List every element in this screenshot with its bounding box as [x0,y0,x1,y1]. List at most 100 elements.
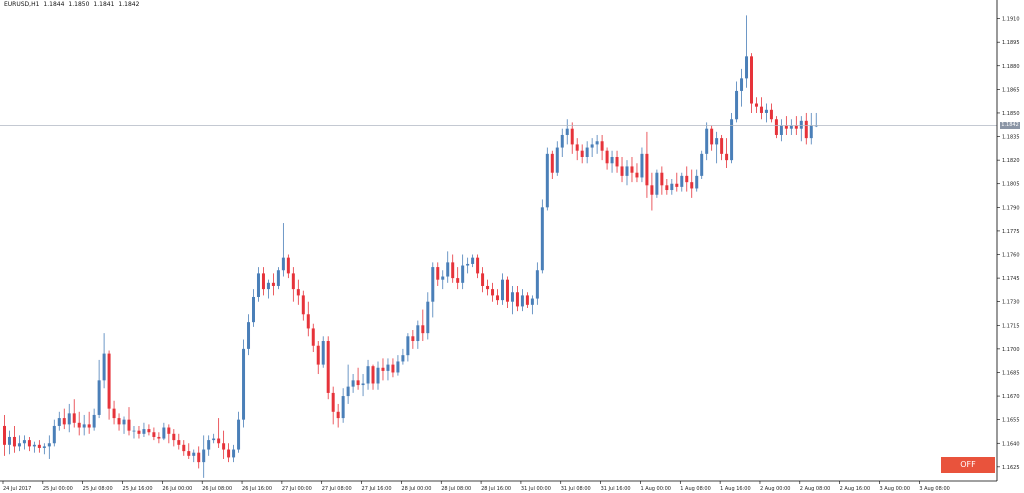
bullish-candle [247,322,251,349]
candle-series [3,15,818,478]
bearish-candle [451,262,455,279]
bearish-candle [371,366,375,384]
bearish-candle [486,285,490,290]
symbol-label: EURUSD,H1 [4,1,40,8]
bullish-candle [32,444,36,447]
bullish-candle [416,325,420,342]
bearish-candle [685,175,689,183]
price-chart[interactable]: 1.1910 1.1895 1.1880 1.1865 1.1850 1.1835 1.18… [0,0,1024,493]
bearish-candle [570,128,574,145]
bullish-candle [705,128,709,154]
price-label: 1.1700 [1002,347,1020,353]
bullish-candle [779,125,783,135]
bullish-candle [530,298,534,305]
bearish-candle [27,440,31,447]
price-label: 1.1715 [1002,323,1020,329]
bearish-candle [665,185,669,191]
bullish-candle [202,449,206,463]
bullish-candle [232,449,236,458]
bearish-candle [261,273,265,290]
bearish-candle [725,153,729,161]
bearish-candle [306,314,310,329]
bearish-candle [759,106,763,113]
bearish-candle [794,125,798,129]
time-label: 3 Aug 08:00 [919,486,950,492]
time-label: 3 Aug 00:00 [879,486,910,492]
bullish-candle [431,267,435,302]
bearish-candle [411,336,415,342]
bearish-candle [296,289,300,296]
bearish-candle [645,153,649,186]
bearish-candle [381,367,385,371]
bullish-candle [276,270,280,286]
bearish-candle [152,432,156,437]
bullish-candle [501,279,504,301]
price-label: 1.1910 [1002,17,1020,23]
time-axis-labels: 24 Jul 2017 25 Jul 00:00 25 Jul 08:00 25 Ju… [2,481,950,492]
bearish-candle [550,153,554,173]
bearish-candle [650,185,654,195]
bearish-candle [316,345,320,365]
bullish-candle [396,361,400,373]
bullish-candle [809,125,813,139]
bullish-candle [67,413,71,425]
time-label: 28 Jul 00:00 [401,486,431,492]
bullish-candle [426,301,430,334]
time-label: 28 Jul 16:00 [481,486,511,492]
bearish-candle [769,109,773,120]
time-label: 1 Aug 08:00 [680,486,711,492]
bullish-candle [406,336,410,356]
bearish-candle [505,279,509,302]
time-label: 2 Aug 16:00 [840,486,871,492]
bullish-candle [610,156,614,164]
bearish-candle [301,295,305,315]
bearish-candle [605,150,609,164]
bullish-candle [266,282,270,290]
bullish-candle [466,263,470,266]
bearish-candle [421,325,425,334]
bullish-candle [740,78,744,91]
bullish-candle [625,166,629,176]
bearish-candle [182,444,186,452]
price-label: 1.1655 [1002,418,1020,424]
price-label: 1.1865 [1002,87,1020,93]
time-label: 31 Jul 16:00 [601,486,631,492]
bearish-candle [336,411,340,419]
high-value: 1.1850 [68,1,90,8]
bearish-candle [515,292,519,307]
time-label: 31 Jul 00:00 [521,486,551,492]
bearish-candle [117,418,121,425]
bullish-candle [715,138,719,145]
bearish-candle [197,452,201,463]
bullish-candle [97,380,101,415]
price-label: 1.1670 [1002,394,1020,400]
bullish-candle [789,125,793,129]
time-label: 27 Jul 00:00 [282,486,312,492]
bullish-candle [545,153,549,208]
bearish-candle [172,433,176,441]
bearish-candle [660,172,664,186]
bullish-candle [535,270,539,299]
bearish-candle [620,166,624,176]
bearish-candle [217,438,221,444]
off-button[interactable]: OFF [941,457,995,473]
chart-window[interactable]: 1.1910 1.1895 1.1880 1.1865 1.1850 1.1835 1.18… [0,0,1024,493]
bearish-candle [12,436,16,447]
bearish-candle [720,138,724,154]
bearish-candle [291,273,295,290]
bullish-candle [520,295,524,307]
bearish-candle [630,166,634,173]
bearish-candle [690,182,694,189]
bearish-candle [635,172,639,178]
bullish-candle [42,446,46,448]
bullish-candle [17,443,21,447]
open-value: 1.1844 [43,1,65,8]
bullish-candle [57,418,61,426]
bearish-candle [167,427,171,434]
bullish-candle [351,380,355,387]
bullish-candle [321,341,325,365]
bullish-candle [361,383,365,386]
bullish-candle [471,257,475,264]
bullish-candle [401,355,405,362]
bullish-candle [281,257,285,271]
